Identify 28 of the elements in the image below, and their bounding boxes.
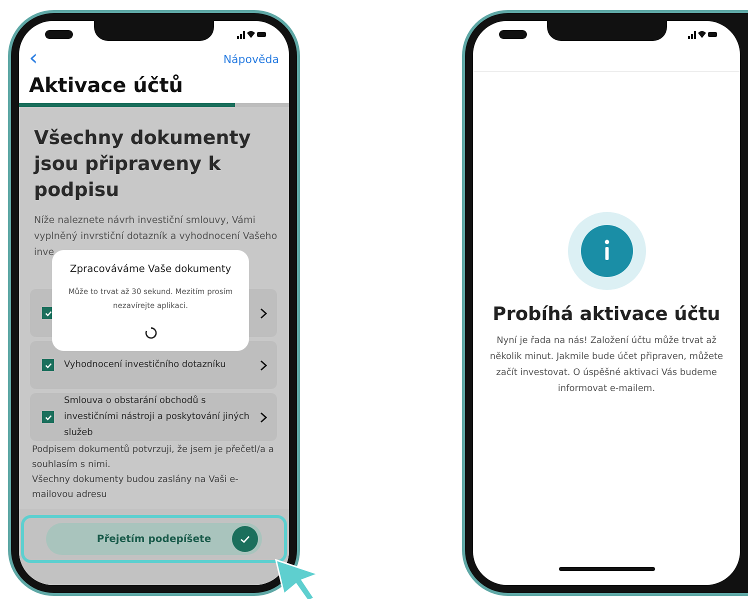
description: Níže naleznete návrh investiční smlouvy, Vámi vyplněný invrstiční dotazník a vyhodnocení Vašeho inve bbox=[34, 214, 278, 260]
status-message: Nyní je řada na nás! Založení účtu může trvat až několik minut. Jakmile bude účet připraven, můžete začít investovat. O úspěšné aktivaci Vás budeme informovat e-mailem. bbox=[488, 334, 724, 396]
email-note: Všechny dokumenty budou zaslány na Vaši e-mailovou adresu bbox=[32, 474, 240, 502]
document-label: Smlouva o obstarání obchodů s investičními nástroji a poskytování jiných služeb bbox=[64, 394, 250, 440]
back-button[interactable]: ‹ bbox=[25, 49, 42, 69]
dialog-title: Zpracováváme Vaše dokumenty bbox=[70, 264, 232, 275]
checkbox[interactable] bbox=[42, 359, 54, 371]
document-item[interactable]: Smlouva o obstarání obchodů s investičními nástroji a poskytování jiných služeb bbox=[30, 393, 277, 441]
help-link[interactable]: Nápověda bbox=[223, 52, 279, 66]
checkmark-icon bbox=[44, 360, 52, 370]
status-icons bbox=[237, 30, 267, 38]
check-knob-icon[interactable] bbox=[232, 526, 258, 552]
page-title: Aktivace účtů bbox=[28, 72, 184, 99]
status-icons bbox=[688, 30, 718, 38]
consent-text: Podpisem dokumentů potvrzuji, že jsem je přečetl/a a souhlasím s nimi. bbox=[32, 444, 275, 472]
heading: Všechny dokumenty jsou připraveny k podpisu bbox=[32, 126, 252, 203]
chevron-icon bbox=[260, 412, 267, 422]
status-pill bbox=[45, 30, 73, 38]
swipe-button[interactable]: Přejetím podepíšete bbox=[46, 523, 262, 555]
status-title: Probíhá aktivace účtu bbox=[492, 304, 720, 325]
chevron-icon bbox=[260, 308, 267, 318]
checkmark-icon bbox=[44, 412, 52, 422]
spinner-icon bbox=[144, 327, 156, 339]
document-label: Vyhodnocení investičního dotazníku bbox=[64, 358, 227, 372]
status-pill bbox=[499, 30, 527, 38]
checkbox[interactable] bbox=[42, 411, 54, 423]
info-icon bbox=[568, 212, 646, 290]
chevron-icon bbox=[260, 360, 267, 370]
